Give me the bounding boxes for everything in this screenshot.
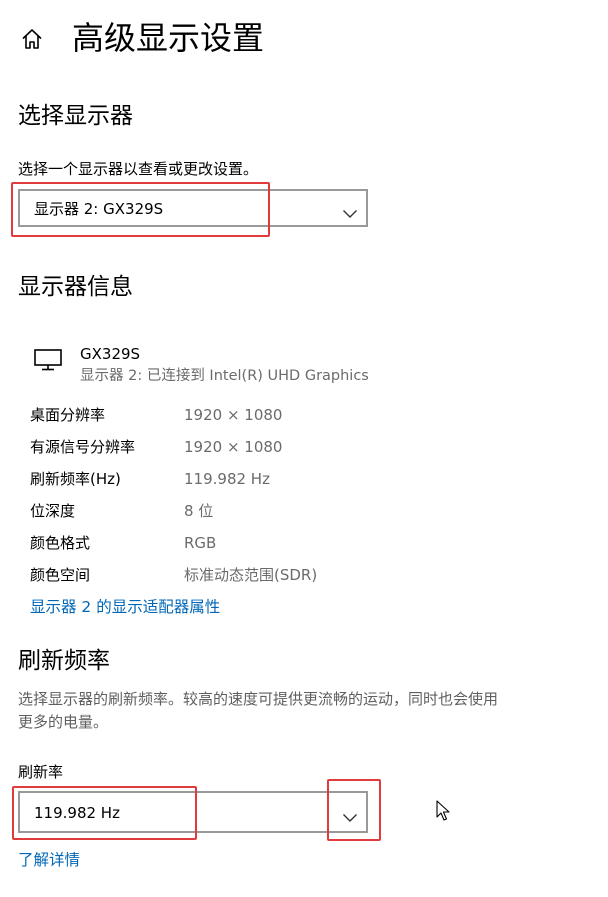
monitor-name: GX329S	[80, 345, 141, 363]
info-label-active-signal-resolution: 有源信号分辨率	[30, 438, 136, 456]
info-value-active-signal-resolution: 1920 × 1080	[184, 438, 283, 456]
info-label-color-space: 颜色空间	[30, 566, 91, 584]
home-icon[interactable]	[20, 27, 44, 51]
info-value-color-space: 标准动态范围(SDR)	[184, 566, 318, 584]
mouse-cursor-icon	[436, 800, 450, 822]
display-info-heading: 显示器信息	[18, 274, 133, 300]
refresh-rate-dropdown[interactable]: 119.982 Hz	[18, 791, 368, 833]
adapter-properties-link[interactable]: 显示器 2 的显示适配器属性	[30, 595, 220, 619]
info-label-bit-depth: 位深度	[30, 502, 76, 520]
refresh-rate-heading: 刷新频率	[18, 648, 110, 674]
refresh-rate-description-line1: 选择显示器的刷新频率。较高的速度可提供更流畅的运动，同时也会使用	[18, 690, 499, 708]
monitor-connection: 显示器 2: 已连接到 Intel(R) UHD Graphics	[80, 368, 369, 384]
info-value-refresh-rate: 119.982 Hz	[184, 470, 270, 488]
info-label-refresh-rate: 刷新频率(Hz)	[30, 470, 121, 488]
chevron-down-icon	[342, 808, 358, 822]
display-select-dropdown[interactable]: 显示器 2: GX329S	[18, 189, 368, 227]
chevron-down-icon	[342, 204, 358, 218]
learn-more-link[interactable]: 了解详情	[18, 848, 80, 872]
info-label-color-format: 颜色格式	[30, 534, 91, 552]
info-value-color-format: RGB	[184, 534, 217, 552]
info-value-desktop-resolution: 1920 × 1080	[184, 406, 283, 424]
display-select-value: 显示器 2: GX329S	[34, 200, 164, 218]
monitor-icon	[33, 348, 63, 372]
refresh-rate-value: 119.982 Hz	[34, 804, 120, 822]
select-display-description: 选择一个显示器以查看或更改设置。	[18, 160, 259, 178]
select-display-heading: 选择显示器	[18, 103, 133, 129]
refresh-rate-description-line2: 更多的电量。	[18, 713, 109, 731]
info-label-desktop-resolution: 桌面分辨率	[30, 406, 106, 424]
refresh-rate-field-label: 刷新率	[18, 763, 64, 781]
info-value-bit-depth: 8 位	[184, 502, 214, 520]
page-title: 高级显示设置	[72, 19, 265, 57]
